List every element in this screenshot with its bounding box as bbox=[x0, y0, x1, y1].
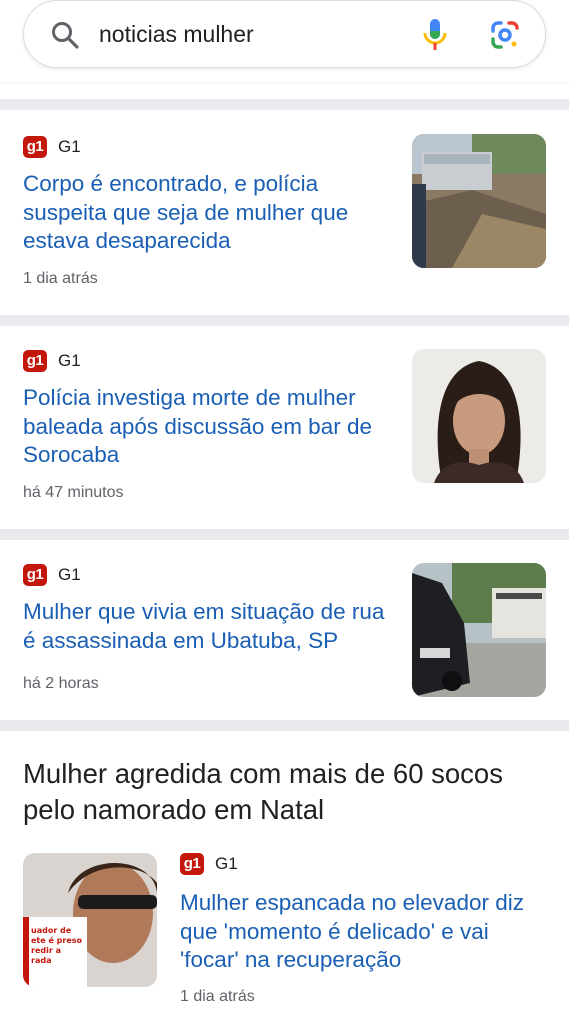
article-headline[interactable]: Mulher espancada no elevador diz que 'mo… bbox=[180, 889, 550, 975]
article-time: há 2 horas bbox=[23, 675, 99, 692]
section-divider bbox=[0, 529, 569, 540]
story-article[interactable]: uador de ete é preso redir a rada g1 G1 … bbox=[0, 845, 569, 1024]
section-divider bbox=[0, 720, 569, 731]
source-name: G1 bbox=[58, 137, 81, 156]
article-headline[interactable]: Polícia investiga morte de mulher balead… bbox=[23, 384, 393, 470]
svg-text:rada: rada bbox=[31, 956, 51, 965]
news-card[interactable]: g1 G1 Polícia investiga morte de mulher … bbox=[0, 326, 569, 529]
source-row: g1 G1 bbox=[23, 564, 81, 586]
source-name: G1 bbox=[58, 351, 81, 370]
g1-logo: g1 bbox=[23, 136, 47, 158]
source-row: g1 G1 bbox=[23, 136, 81, 158]
section-divider bbox=[0, 99, 569, 110]
search-header: noticias mulher bbox=[0, 0, 569, 82]
thumbnail-image: uador de ete é preso redir a rada bbox=[23, 853, 157, 987]
google-lens-icon[interactable] bbox=[489, 19, 521, 51]
g1-logo: g1 bbox=[23, 564, 47, 586]
news-card[interactable]: g1 G1 Corpo é encontrado, e polícia susp… bbox=[0, 110, 569, 315]
thumb-caption: uador de bbox=[31, 926, 72, 935]
svg-text:ete é preso: ete é preso bbox=[31, 935, 83, 945]
article-headline[interactable]: Mulher que vivia em situação de rua é as… bbox=[23, 598, 393, 655]
thumbnail-image bbox=[412, 134, 546, 268]
article-thumbnail[interactable] bbox=[412, 134, 546, 268]
g1-logo: g1 bbox=[23, 350, 47, 372]
section-divider bbox=[0, 315, 569, 326]
source-row: g1 G1 bbox=[180, 853, 238, 875]
source-name: G1 bbox=[215, 854, 238, 873]
search-icon[interactable] bbox=[50, 20, 80, 50]
mic-icon[interactable] bbox=[422, 17, 448, 53]
thumbnail-image bbox=[412, 563, 546, 697]
top-story-title[interactable]: Mulher agredida com mais de 60 socos pel… bbox=[23, 756, 543, 828]
article-headline[interactable]: Corpo é encontrado, e polícia suspeita q… bbox=[23, 170, 393, 256]
thumbnail-image bbox=[412, 349, 546, 483]
article-time: 1 dia atrás bbox=[23, 270, 98, 287]
article-thumbnail[interactable] bbox=[412, 563, 546, 697]
search-bar[interactable]: noticias mulher bbox=[23, 0, 546, 68]
article-thumbnail[interactable]: uador de ete é preso redir a rada bbox=[23, 853, 157, 987]
news-card[interactable]: g1 G1 Mulher que vivia em situação de ru… bbox=[0, 540, 569, 720]
article-thumbnail[interactable] bbox=[412, 349, 546, 483]
article-time: há 47 minutos bbox=[23, 484, 124, 501]
source-name: G1 bbox=[58, 565, 81, 584]
source-row: g1 G1 bbox=[23, 350, 81, 372]
g1-logo: g1 bbox=[180, 853, 204, 875]
search-input[interactable]: noticias mulher bbox=[99, 21, 254, 48]
article-time: 1 dia atrás bbox=[180, 988, 255, 1005]
svg-text:redir a: redir a bbox=[31, 946, 61, 955]
